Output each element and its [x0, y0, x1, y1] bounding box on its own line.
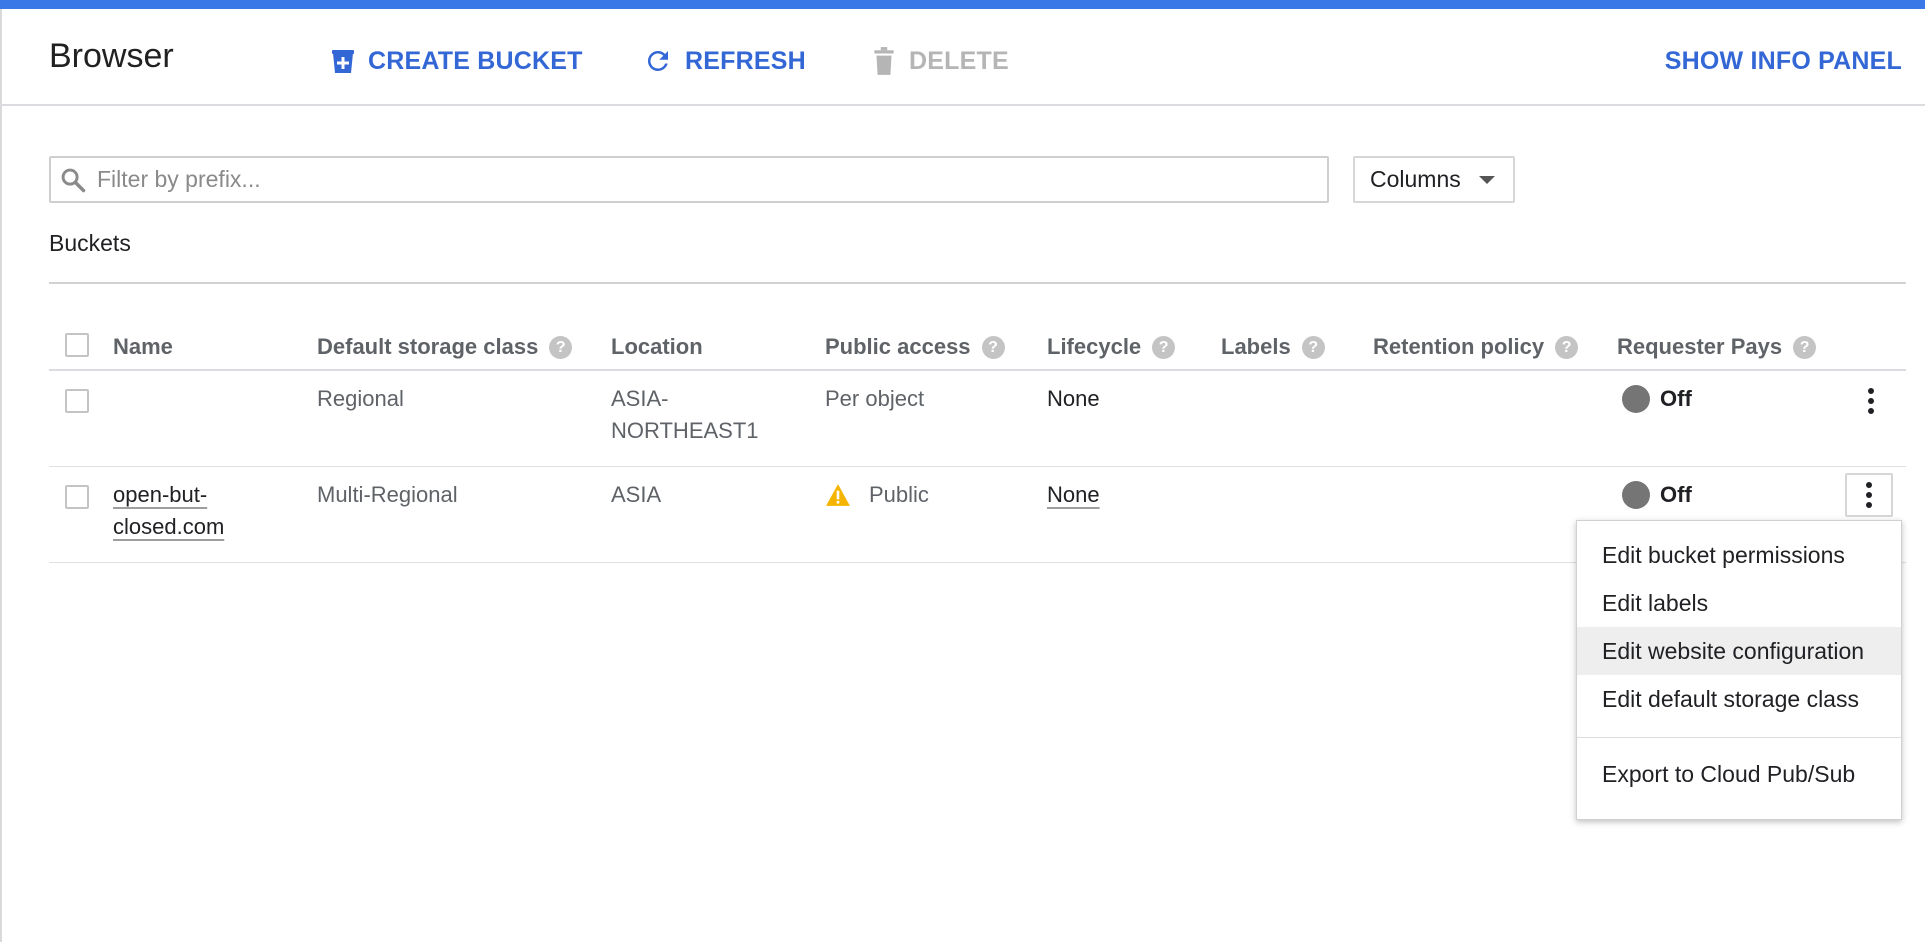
header-requester-pays: Requester Pays?	[1617, 331, 1817, 363]
columns-dropdown[interactable]: Columns	[1353, 156, 1515, 203]
requester-pays-cell: Off	[1617, 383, 1692, 415]
filter-input[interactable]	[97, 166, 1297, 193]
left-edge	[0, 9, 2, 942]
lifecycle-link[interactable]: None	[1047, 479, 1100, 511]
show-info-panel-button[interactable]: SHOW INFO PANEL	[1665, 41, 1902, 81]
header-public-access: Public access?	[825, 331, 1005, 363]
menu-item-edit-website-config[interactable]: Edit website configuration	[1577, 627, 1901, 675]
select-all-checkbox[interactable]	[65, 333, 89, 357]
header-retention: Retention policy?	[1373, 331, 1579, 363]
refresh-label: REFRESH	[685, 46, 806, 75]
header-lifecycle: Lifecycle?	[1047, 331, 1176, 363]
header-labels: Labels?	[1221, 331, 1325, 363]
create-bucket-label: CREATE BUCKET	[368, 46, 583, 75]
bucket-add-icon	[332, 50, 354, 73]
requester-pays-value: Off	[1660, 482, 1692, 507]
requester-pays-cell: Off	[1617, 479, 1692, 511]
page-title: Browser	[49, 37, 174, 75]
menu-item-edit-labels[interactable]: Edit labels	[1577, 579, 1901, 627]
header-retention-label: Retention policy	[1373, 334, 1545, 359]
top-accent-bar	[0, 0, 1925, 9]
section-divider	[49, 282, 1906, 284]
help-icon[interactable]: ?	[1555, 335, 1579, 359]
more-vert-icon[interactable]	[1845, 473, 1893, 517]
section-label: Buckets	[49, 230, 131, 256]
help-icon[interactable]: ?	[549, 335, 573, 359]
refresh-button[interactable]: REFRESH	[643, 41, 806, 81]
requester-pays-value: Off	[1660, 386, 1692, 411]
show-info-panel-label: SHOW INFO PANEL	[1664, 46, 1902, 75]
public-access-value: Per object	[825, 386, 925, 411]
menu-item-edit-storage-class[interactable]: Edit default storage class	[1577, 675, 1901, 723]
storage-class-value: Multi-Regional	[317, 482, 458, 507]
row-checkbox[interactable]	[65, 389, 89, 413]
status-dot-icon	[1622, 481, 1650, 509]
header-lifecycle-label: Lifecycle	[1047, 334, 1142, 359]
header-name: Name	[113, 331, 173, 363]
menu-item-edit-permissions[interactable]: Edit bucket permissions	[1577, 531, 1901, 579]
header-location-label: Location	[611, 334, 703, 359]
help-icon[interactable]: ?	[1301, 335, 1325, 359]
header-labels-label: Labels	[1221, 334, 1291, 359]
location-value: ASIA-NORTHEAST1	[611, 386, 759, 443]
header-requester-pays-label: Requester Pays	[1617, 334, 1783, 359]
storage-class-value: Regional	[317, 386, 404, 411]
search-icon	[61, 168, 86, 192]
delete-label: DELETE	[909, 46, 1009, 75]
public-access-cell: Public	[825, 479, 929, 511]
status-dot-icon	[1622, 385, 1650, 413]
header: Browser CREATE BUCKET REFRESH DELETE SHO…	[0, 9, 1925, 106]
lifecycle-value: None	[1047, 386, 1100, 411]
table-header: Name Default storage class? Location Pub…	[49, 320, 1906, 371]
help-icon[interactable]: ?	[981, 335, 1005, 359]
warning-icon	[826, 484, 850, 506]
public-access-value: Public	[869, 482, 929, 507]
columns-label: Columns	[1370, 166, 1461, 192]
filter-box	[49, 156, 1329, 203]
menu-item-export-pubsub[interactable]: Export to Cloud Pub/Sub	[1577, 750, 1901, 798]
refresh-icon	[647, 50, 668, 71]
header-storage-class: Default storage class?	[317, 331, 573, 363]
caret-down-icon	[1478, 175, 1495, 184]
header-storage-class-label: Default storage class	[317, 334, 539, 359]
menu-divider	[1577, 737, 1901, 738]
header-name-label: Name	[113, 334, 173, 359]
row-checkbox[interactable]	[65, 485, 89, 509]
create-bucket-button[interactable]: CREATE BUCKET	[330, 41, 583, 81]
header-location: Location	[611, 331, 703, 363]
delete-button[interactable]: DELETE	[871, 41, 1009, 81]
bucket-actions-menu: Edit bucket permissions Edit labels Edit…	[1576, 520, 1902, 820]
help-icon[interactable]: ?	[1793, 335, 1817, 359]
more-vert-icon[interactable]	[1847, 379, 1895, 423]
table-row: Regional ASIA-NORTHEAST1 Per object None…	[49, 371, 1906, 467]
trash-icon	[874, 47, 894, 75]
header-public-access-label: Public access	[825, 334, 971, 359]
bucket-name-link[interactable]: open-but-closed.com	[113, 479, 243, 543]
help-icon[interactable]: ?	[1152, 335, 1176, 359]
location-value: ASIA	[611, 482, 662, 507]
